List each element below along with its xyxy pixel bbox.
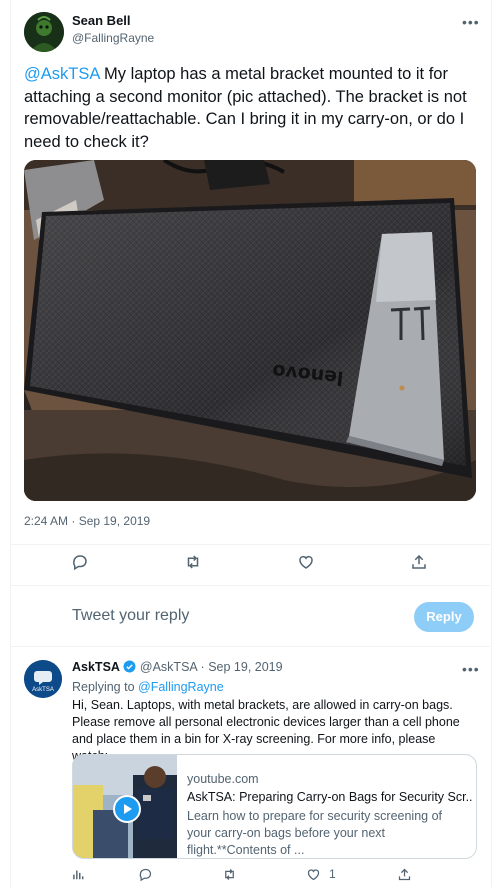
dot-separator: ·: [200, 660, 205, 674]
like-count: 1: [329, 867, 336, 881]
tweet-text: @AskTSA My laptop has a metal bracket mo…: [24, 63, 476, 153]
divider: [10, 585, 490, 586]
play-icon[interactable]: [113, 795, 141, 823]
share-icon[interactable]: [410, 553, 428, 571]
card-title[interactable]: AskTSA: Preparing Carry-on Bags for Secu…: [187, 790, 472, 804]
more-options-icon[interactable]: •••: [462, 14, 480, 30]
reply-header: AskTSA @AskTSA · Sep 19, 2019: [72, 660, 283, 676]
reply-share-icon[interactable]: [397, 867, 412, 882]
replying-to: Replying to @FallingRayne: [72, 680, 224, 694]
reply-retweet-icon[interactable]: [222, 867, 237, 882]
replying-to-label: Replying to: [72, 680, 135, 694]
reply-date[interactable]: Sep 19, 2019: [208, 660, 282, 674]
reply-like-icon[interactable]: [306, 867, 321, 882]
reply-button[interactable]: Reply: [414, 602, 474, 632]
mention-link[interactable]: @AskTSA: [24, 65, 99, 83]
author-avatar[interactable]: [24, 12, 64, 52]
replying-to-link[interactable]: @FallingRayne: [138, 680, 224, 694]
asktsa-avatar[interactable]: AskTSA: [24, 660, 62, 698]
author-name[interactable]: Sean Bell: [72, 13, 131, 28]
reply-author-name[interactable]: AskTSA: [72, 660, 120, 674]
reply-author-handle[interactable]: @AskTSA: [140, 660, 197, 674]
tweet-timestamp[interactable]: 2:24 AM · Sep 19, 2019: [24, 514, 150, 528]
retweet-icon[interactable]: [184, 553, 202, 571]
analytics-icon[interactable]: [71, 867, 85, 881]
reply-more-options-icon[interactable]: •••: [462, 661, 480, 677]
reply-input[interactable]: Tweet your reply: [72, 607, 189, 625]
divider: [10, 646, 490, 647]
reply-reply-icon[interactable]: [138, 867, 153, 882]
card-description: Learn how to prepare for security screen…: [187, 809, 442, 857]
divider: [10, 544, 490, 545]
card-domain: youtube.com: [187, 772, 259, 786]
asktsa-avatar-text: AskTSA: [32, 687, 54, 693]
link-card[interactable]: youtube.com AskTSA: Preparing Carry-on B…: [72, 754, 477, 859]
verified-badge-icon: [123, 660, 136, 676]
author-handle[interactable]: @FallingRayne: [72, 31, 154, 45]
like-icon[interactable]: [297, 553, 315, 571]
reply-icon[interactable]: [71, 553, 89, 571]
tweet-photo[interactable]: lenovo: [24, 160, 476, 501]
